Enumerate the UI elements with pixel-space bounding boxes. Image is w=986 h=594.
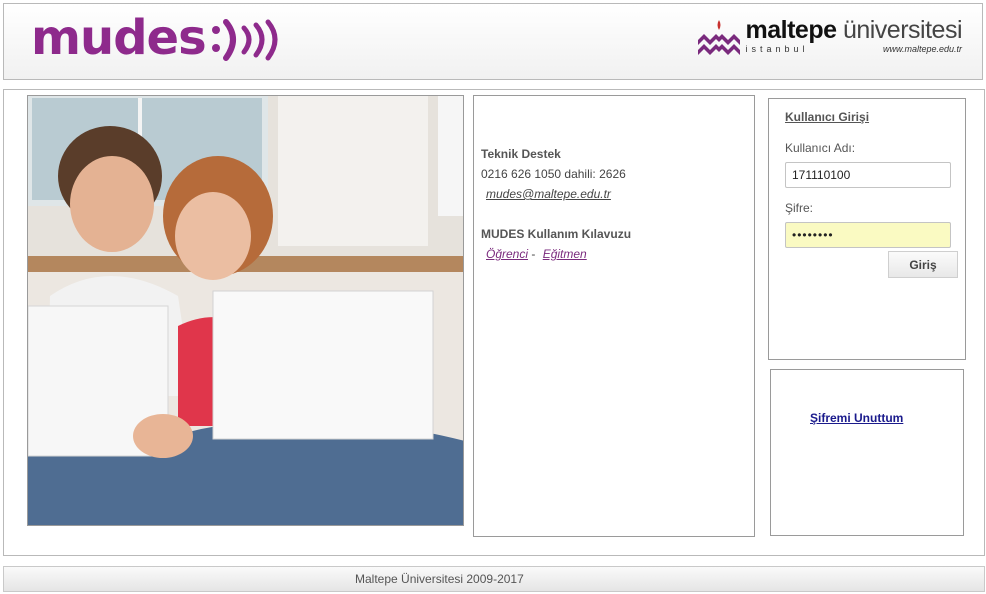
maltepe-logo-icon [697,20,740,55]
brand-name: mudes [31,10,207,66]
login-button[interactable]: Giriş [888,251,958,278]
login-panel: Kullanıcı Girişi Kullanıcı Adı: Şifre: G… [768,98,966,360]
footer-copyright: Maltepe Üniversitesi 2009-2017 [355,572,524,586]
support-phone: 0216 626 1050 dahili: 2626 [481,167,626,181]
username-input[interactable] [785,162,951,188]
guide-title: MUDES Kullanım Kılavuzu [481,227,632,241]
support-title: Teknik Destek [481,147,561,161]
guide-separator: - [528,247,539,261]
university-city: istanbul [745,44,809,54]
university-website: www.maltepe.edu.tr [882,44,962,54]
hero-photo [27,95,464,526]
forgot-password-panel: Şifremi Unuttum [770,369,964,536]
password-label: Şifre: [785,201,814,215]
username-label: Kullanıcı Adı: [785,141,856,155]
forgot-password-link[interactable]: Şifremi Unuttum [810,411,903,425]
support-email-link[interactable]: mudes@maltepe.edu.tr [486,187,611,201]
smile-waves-icon [211,19,278,61]
mudes-logo: mudes [31,8,290,68]
university-logo: maltepe üniversitesi istanbul www.maltep… [696,18,962,58]
password-input[interactable] [785,222,951,248]
guide-student-link[interactable]: Öğrenci [486,247,528,261]
page-footer: Maltepe Üniversitesi 2009-2017 [3,566,985,592]
login-title: Kullanıcı Girişi [785,110,870,124]
main-content: Teknik Destek 0216 626 1050 dahili: 2626… [3,89,985,556]
guide-instructor-link[interactable]: Eğitmen [543,247,587,261]
page-header: mudes maltepe üniversitesi istanbul www.… [3,3,983,80]
guide-links: Öğrenci - Eğitmen [486,247,587,261]
support-panel: Teknik Destek 0216 626 1050 dahili: 2626… [473,95,755,537]
university-name: maltepe üniversitesi [745,16,963,44]
